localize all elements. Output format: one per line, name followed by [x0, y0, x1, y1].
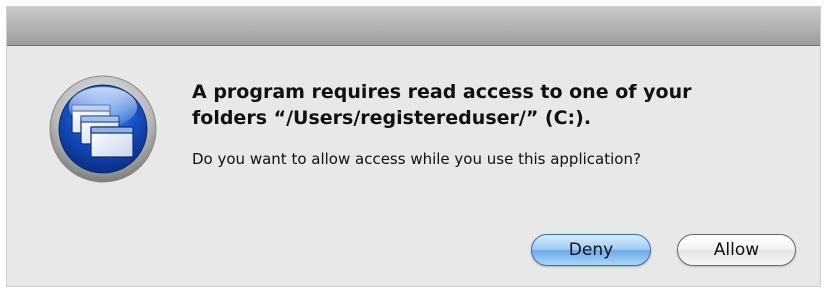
allow-button[interactable]: Allow [677, 234, 796, 266]
access-dialog: A program requires read access to one of… [6, 6, 821, 287]
heading-line-1: A program requires read access to one of… [192, 81, 692, 103]
heading-line-2: folders “/Users/registereduser/” (C:). [192, 107, 592, 129]
windows-app-icon [48, 74, 158, 184]
dialog-heading: A program requires read access to one of… [192, 79, 802, 131]
deny-button[interactable]: Deny [531, 234, 651, 266]
title-bar[interactable] [7, 7, 820, 46]
dialog-message: Do you want to allow access while you us… [192, 150, 641, 168]
